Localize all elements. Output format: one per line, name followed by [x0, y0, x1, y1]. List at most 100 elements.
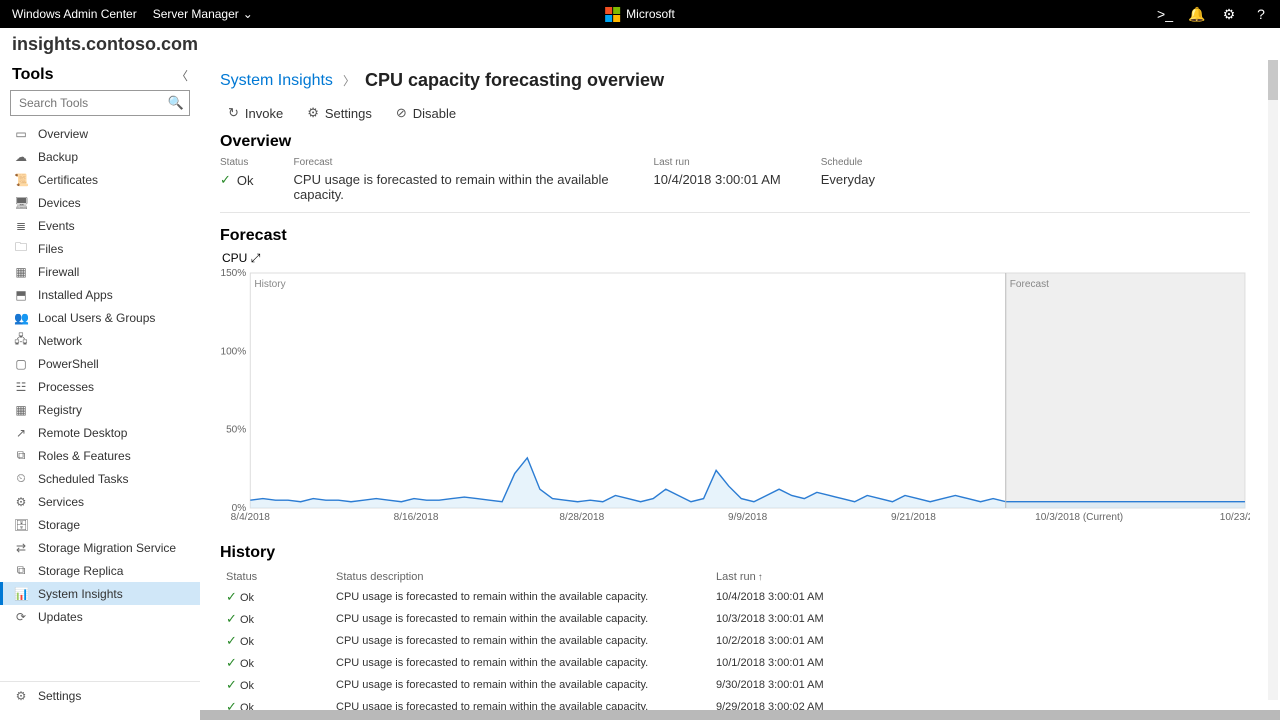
sidebar-item-overview[interactable]: ▭Overview [0, 122, 200, 145]
context-dropdown[interactable]: Server Manager ⌄ [153, 7, 253, 21]
row-desc: CPU usage is forecasted to remain within… [330, 652, 710, 674]
sidebar-item-certificates[interactable]: 📜Certificates [0, 168, 200, 191]
sidebar-item-storage-migration-service[interactable]: ⇄Storage Migration Service [0, 536, 200, 559]
schedule-value: Everyday [821, 172, 875, 187]
sidebar-settings[interactable]: ⚙ Settings [0, 682, 200, 710]
sidebar-item-backup[interactable]: ☁Backup [0, 145, 200, 168]
microsoft-logo: Microsoft [605, 7, 675, 22]
tool-icon: ▦ [14, 403, 28, 417]
tool-icon: ▭ [14, 127, 28, 141]
tool-icon: 🖧 [14, 330, 28, 351]
sidebar-item-roles-features[interactable]: ⧉Roles & Features [0, 444, 200, 467]
sidebar-item-remote-desktop[interactable]: ↗Remote Desktop [0, 421, 200, 444]
svg-text:History: History [254, 279, 285, 290]
forecast-value: CPU usage is forecasted to remain within… [294, 172, 614, 202]
microsoft-icon [605, 7, 620, 22]
sidebar-item-updates[interactable]: ⟳ Updates [0, 605, 200, 628]
settings-button[interactable]: ⚙Settings [307, 105, 372, 121]
sidebar-item-label: Storage [38, 518, 80, 532]
col-lastrun[interactable]: Last run↑ [710, 568, 1250, 586]
lastrun-label: Last run [654, 157, 781, 168]
vertical-scrollbar[interactable] [1268, 60, 1278, 700]
chevron-down-icon: ⌄ [243, 7, 253, 21]
row-lastrun: 9/30/2018 3:00:01 AM [710, 674, 1250, 696]
row-status: Ok [240, 658, 254, 670]
lastrun-value: 10/4/2018 3:00:01 AM [654, 172, 781, 187]
sidebar-item-label: Updates [38, 610, 83, 624]
svg-text:8/4/2018: 8/4/2018 [231, 512, 271, 523]
sidebar-item-events[interactable]: ≣Events [0, 214, 200, 237]
gear-icon: ⚙ [307, 105, 319, 121]
horizontal-scrollbar[interactable] [200, 710, 1280, 720]
table-row[interactable]: ✓ OkCPU usage is forecasted to remain wi… [220, 674, 1250, 696]
help-icon[interactable]: ? [1254, 7, 1268, 21]
tool-icon: ⧉ [14, 563, 28, 578]
col-status[interactable]: Status [220, 568, 330, 586]
tool-icon: ⟳ [14, 610, 28, 624]
svg-text:8/16/2018: 8/16/2018 [394, 512, 439, 523]
sidebar-item-storage-replica[interactable]: ⧉Storage Replica [0, 559, 200, 582]
host-name: insights.contoso.com [12, 34, 198, 55]
svg-text:9/21/2018: 9/21/2018 [891, 512, 936, 523]
breadcrumb: System Insights 〉 CPU capacity forecasti… [220, 70, 1250, 91]
tools-nav: ▭Overview☁Backup📜Certificates🖥Devices≣Ev… [0, 122, 200, 628]
sidebar-item-services[interactable]: ⚙Services [0, 490, 200, 513]
sidebar: Tools 〈 🔍 ▭Overview☁Backup📜Certificates🖥… [0, 60, 200, 710]
check-icon: ✓ [226, 677, 237, 692]
expand-icon[interactable]: ⤢ [251, 251, 261, 265]
chart-metric: CPU ⤢ [222, 251, 1250, 266]
overview-panel: Status ✓Ok Forecast CPU usage is forecas… [220, 157, 1250, 213]
row-desc: CPU usage is forecasted to remain within… [330, 586, 710, 608]
sidebar-item-registry[interactable]: ▦Registry [0, 398, 200, 421]
tool-icon: ▦ [14, 265, 28, 279]
table-row[interactable]: ✓ OkCPU usage is forecasted to remain wi… [220, 652, 1250, 674]
sidebar-item-label: System Insights [38, 587, 123, 601]
check-icon: ✓ [226, 699, 237, 710]
sidebar-item-label: Local Users & Groups [38, 311, 155, 325]
col-desc[interactable]: Status description [330, 568, 710, 586]
sidebar-item-storage[interactable]: 🗄Storage [0, 513, 200, 536]
svg-text:Forecast: Forecast [1010, 279, 1049, 290]
console-icon[interactable]: >_ [1158, 7, 1172, 21]
tool-icon: ▢ [14, 357, 28, 371]
top-bar: Windows Admin Center Server Manager ⌄ Mi… [0, 0, 1280, 28]
disable-button[interactable]: ⊘Disable [396, 105, 456, 121]
collapse-sidebar-button[interactable]: 〈 [176, 67, 188, 84]
brand-label: Windows Admin Center [12, 7, 137, 21]
row-desc: CPU usage is forecasted to remain within… [330, 630, 710, 652]
sidebar-item-firewall[interactable]: ▦Firewall [0, 260, 200, 283]
context-label: Server Manager [153, 7, 239, 21]
notifications-icon[interactable]: 🔔 [1190, 7, 1204, 21]
sidebar-item-scheduled-tasks[interactable]: ⏲Scheduled Tasks [0, 467, 200, 490]
row-status: Ok [240, 702, 254, 710]
sidebar-item-installed-apps[interactable]: ⬒ Installed Apps [0, 283, 200, 306]
sidebar-item-system-insights[interactable]: 📊System Insights [0, 582, 200, 605]
settings-gear-icon[interactable]: ⚙ [1222, 7, 1236, 21]
svg-text:10/23/2018: 10/23/2018 [1220, 512, 1250, 523]
sidebar-item-local-users-groups[interactable]: 👥Local Users & Groups [0, 306, 200, 329]
sidebar-settings-label: Settings [38, 689, 81, 703]
sidebar-item-files[interactable]: 🗀Files [0, 237, 200, 260]
tool-icon: ⬒ [14, 288, 28, 302]
sidebar-item-devices[interactable]: 🖥Devices [0, 191, 200, 214]
sidebar-item-label: Certificates [38, 173, 98, 187]
sidebar-item-powershell[interactable]: ▢PowerShell [0, 352, 200, 375]
tool-icon: ↗ [14, 426, 28, 440]
forecast-chart: HistoryForecast0%50%100%150%8/4/20188/16… [220, 268, 1250, 528]
row-status: Ok [240, 636, 254, 648]
breadcrumb-root[interactable]: System Insights [220, 72, 333, 90]
search-tools-input[interactable] [10, 90, 190, 116]
action-bar: ↻Invoke ⚙Settings ⊘Disable [220, 105, 1250, 121]
sidebar-item-network[interactable]: 🖧Network [0, 329, 200, 352]
table-row[interactable]: ✓ OkCPU usage is forecasted to remain wi… [220, 586, 1250, 608]
tool-icon: ☁ [14, 150, 28, 164]
row-lastrun: 9/29/2018 3:00:02 AM [710, 696, 1250, 710]
table-row[interactable]: ✓ OkCPU usage is forecasted to remain wi… [220, 696, 1250, 710]
row-desc: CPU usage is forecasted to remain within… [330, 608, 710, 630]
sidebar-item-label: Installed Apps [38, 288, 113, 302]
sidebar-item-processes[interactable]: ☳Processes [0, 375, 200, 398]
tool-icon: ⧉ [14, 448, 28, 463]
table-row[interactable]: ✓ OkCPU usage is forecasted to remain wi… [220, 608, 1250, 630]
invoke-button[interactable]: ↻Invoke [228, 105, 283, 121]
table-row[interactable]: ✓ OkCPU usage is forecasted to remain wi… [220, 630, 1250, 652]
